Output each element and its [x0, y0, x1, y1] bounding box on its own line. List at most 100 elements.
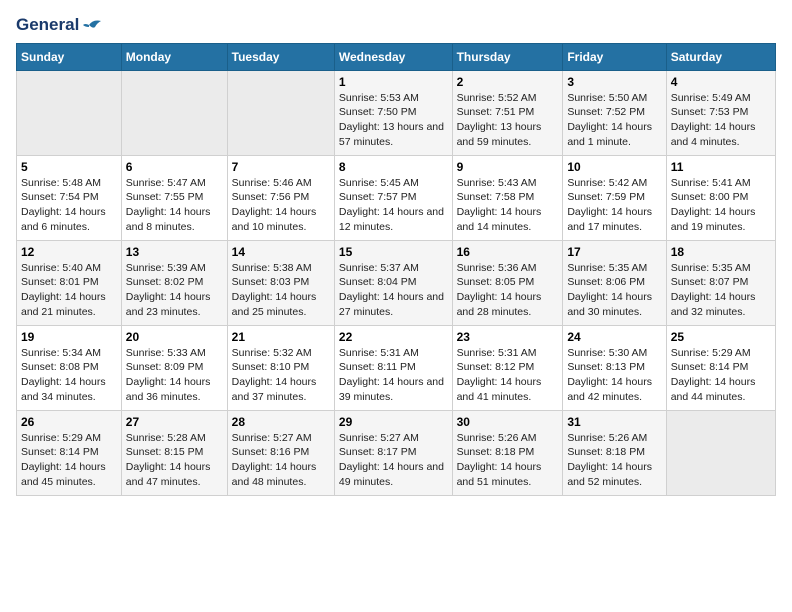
calendar-cell: 25Sunrise: 5:29 AMSunset: 8:14 PMDayligh…: [666, 325, 775, 410]
cell-content: Sunset: 7:56 PM: [232, 190, 330, 205]
calendar-cell: 26Sunrise: 5:29 AMSunset: 8:14 PMDayligh…: [17, 410, 122, 495]
cell-content: Sunset: 7:54 PM: [21, 190, 117, 205]
calendar-table: SundayMondayTuesdayWednesdayThursdayFrid…: [16, 43, 776, 496]
cell-content: Sunset: 7:57 PM: [339, 190, 448, 205]
cell-content: Daylight: 13 hours and 59 minutes.: [457, 120, 559, 149]
cell-content: Daylight: 14 hours and 42 minutes.: [567, 375, 661, 404]
calendar-cell: 14Sunrise: 5:38 AMSunset: 8:03 PMDayligh…: [227, 240, 334, 325]
cell-content: Sunrise: 5:29 AM: [671, 346, 771, 361]
cell-content: Sunset: 7:55 PM: [126, 190, 223, 205]
cell-content: Daylight: 14 hours and 32 minutes.: [671, 290, 771, 319]
calendar-cell: 7 Sunrise: 5:46 AMSunset: 7:56 PMDaylight…: [227, 155, 334, 240]
cell-content: Sunset: 8:14 PM: [21, 445, 117, 460]
logo-bird-icon: [81, 17, 103, 33]
cell-content: Sunset: 8:02 PM: [126, 275, 223, 290]
cell-content: Sunset: 8:04 PM: [339, 275, 448, 290]
cell-content: Sunset: 8:05 PM: [457, 275, 559, 290]
day-number: 26: [21, 415, 117, 429]
cell-content: Daylight: 14 hours and 51 minutes.: [457, 460, 559, 489]
cell-content: Sunset: 8:03 PM: [232, 275, 330, 290]
cell-content: Daylight: 14 hours and 10 minutes.: [232, 205, 330, 234]
cell-content: Sunrise: 5:41 AM: [671, 176, 771, 191]
cell-content: Daylight: 14 hours and 6 minutes.: [21, 205, 117, 234]
calendar-cell: 28Sunrise: 5:27 AMSunset: 8:16 PMDayligh…: [227, 410, 334, 495]
cell-content: Sunrise: 5:31 AM: [457, 346, 559, 361]
cell-content: Sunrise: 5:40 AM: [21, 261, 117, 276]
calendar-cell: 3Sunrise: 5:50 AMSunset: 7:52 PMDaylight…: [563, 70, 666, 155]
cell-content: Daylight: 14 hours and 21 minutes.: [21, 290, 117, 319]
day-number: 8: [339, 160, 448, 174]
cell-content: Sunrise: 5:39 AM: [126, 261, 223, 276]
cell-content: Sunset: 8:18 PM: [567, 445, 661, 460]
day-number: 20: [126, 330, 223, 344]
cell-content: Sunrise: 5:37 AM: [339, 261, 448, 276]
day-number: 7: [232, 160, 330, 174]
cell-content: Sunset: 8:01 PM: [21, 275, 117, 290]
header-cell-wednesday: Wednesday: [334, 43, 452, 70]
calendar-cell: 6Sunrise: 5:47 AMSunset: 7:55 PMDaylight…: [121, 155, 227, 240]
day-number: 15: [339, 245, 448, 259]
calendar-cell: 21Sunrise: 5:32 AMSunset: 8:10 PMDayligh…: [227, 325, 334, 410]
cell-content: Sunrise: 5:52 AM: [457, 91, 559, 106]
cell-content: Sunset: 8:11 PM: [339, 360, 448, 375]
cell-content: Daylight: 14 hours and 49 minutes.: [339, 460, 448, 489]
calendar-cell: 4Sunrise: 5:49 AMSunset: 7:53 PMDaylight…: [666, 70, 775, 155]
cell-content: Daylight: 14 hours and 27 minutes.: [339, 290, 448, 319]
cell-content: Sunset: 8:10 PM: [232, 360, 330, 375]
calendar-row-1: 5Sunrise: 5:48 AMSunset: 7:54 PMDaylight…: [17, 155, 776, 240]
cell-content: Sunrise: 5:47 AM: [126, 176, 223, 191]
cell-content: Sunset: 7:52 PM: [567, 105, 661, 120]
cell-content: Daylight: 14 hours and 52 minutes.: [567, 460, 661, 489]
cell-content: Sunrise: 5:27 AM: [232, 431, 330, 446]
header-cell-sunday: Sunday: [17, 43, 122, 70]
day-number: 19: [21, 330, 117, 344]
day-number: 4: [671, 75, 771, 89]
day-number: 31: [567, 415, 661, 429]
cell-content: Sunrise: 5:27 AM: [339, 431, 448, 446]
calendar-cell: 19Sunrise: 5:34 AMSunset: 8:08 PMDayligh…: [17, 325, 122, 410]
cell-content: Sunset: 8:00 PM: [671, 190, 771, 205]
day-number: 21: [232, 330, 330, 344]
cell-content: Daylight: 14 hours and 45 minutes.: [21, 460, 117, 489]
calendar-cell: 30Sunrise: 5:26 AMSunset: 8:18 PMDayligh…: [452, 410, 563, 495]
calendar-header: SundayMondayTuesdayWednesdayThursdayFrid…: [17, 43, 776, 70]
calendar-cell: 12Sunrise: 5:40 AMSunset: 8:01 PMDayligh…: [17, 240, 122, 325]
cell-content: Sunset: 8:14 PM: [671, 360, 771, 375]
cell-content: Daylight: 14 hours and 23 minutes.: [126, 290, 223, 319]
calendar-cell: 11Sunrise: 5:41 AMSunset: 8:00 PMDayligh…: [666, 155, 775, 240]
day-number: 1: [339, 75, 448, 89]
cell-content: Sunset: 8:09 PM: [126, 360, 223, 375]
calendar-cell: 9Sunrise: 5:43 AMSunset: 7:58 PMDaylight…: [452, 155, 563, 240]
cell-content: Daylight: 14 hours and 37 minutes.: [232, 375, 330, 404]
cell-content: Daylight: 14 hours and 25 minutes.: [232, 290, 330, 319]
calendar-row-2: 12Sunrise: 5:40 AMSunset: 8:01 PMDayligh…: [17, 240, 776, 325]
calendar-body: 1Sunrise: 5:53 AMSunset: 7:50 PMDaylight…: [17, 70, 776, 495]
cell-content: Sunrise: 5:31 AM: [339, 346, 448, 361]
calendar-cell: 23Sunrise: 5:31 AMSunset: 8:12 PMDayligh…: [452, 325, 563, 410]
cell-content: Daylight: 14 hours and 17 minutes.: [567, 205, 661, 234]
calendar-cell: 1Sunrise: 5:53 AMSunset: 7:50 PMDaylight…: [334, 70, 452, 155]
cell-content: Sunrise: 5:48 AM: [21, 176, 117, 191]
cell-content: Daylight: 14 hours and 28 minutes.: [457, 290, 559, 319]
cell-content: Sunset: 8:06 PM: [567, 275, 661, 290]
cell-content: Daylight: 14 hours and 1 minute.: [567, 120, 661, 149]
cell-content: Sunrise: 5:38 AM: [232, 261, 330, 276]
cell-content: Sunrise: 5:49 AM: [671, 91, 771, 106]
cell-content: Sunset: 7:50 PM: [339, 105, 448, 120]
day-number: 6: [126, 160, 223, 174]
calendar-row-4: 26Sunrise: 5:29 AMSunset: 8:14 PMDayligh…: [17, 410, 776, 495]
day-number: 17: [567, 245, 661, 259]
day-number: 30: [457, 415, 559, 429]
calendar-cell: 18Sunrise: 5:35 AMSunset: 8:07 PMDayligh…: [666, 240, 775, 325]
day-number: 23: [457, 330, 559, 344]
cell-content: Sunset: 7:53 PM: [671, 105, 771, 120]
cell-content: Sunrise: 5:46 AM: [232, 176, 330, 191]
cell-content: Daylight: 14 hours and 12 minutes.: [339, 205, 448, 234]
cell-content: Sunset: 7:59 PM: [567, 190, 661, 205]
cell-content: Daylight: 13 hours and 57 minutes.: [339, 120, 448, 149]
header-cell-monday: Monday: [121, 43, 227, 70]
calendar-cell: 24Sunrise: 5:30 AMSunset: 8:13 PMDayligh…: [563, 325, 666, 410]
calendar-cell: 13Sunrise: 5:39 AMSunset: 8:02 PMDayligh…: [121, 240, 227, 325]
day-number: 28: [232, 415, 330, 429]
calendar-cell: 31Sunrise: 5:26 AMSunset: 8:18 PMDayligh…: [563, 410, 666, 495]
